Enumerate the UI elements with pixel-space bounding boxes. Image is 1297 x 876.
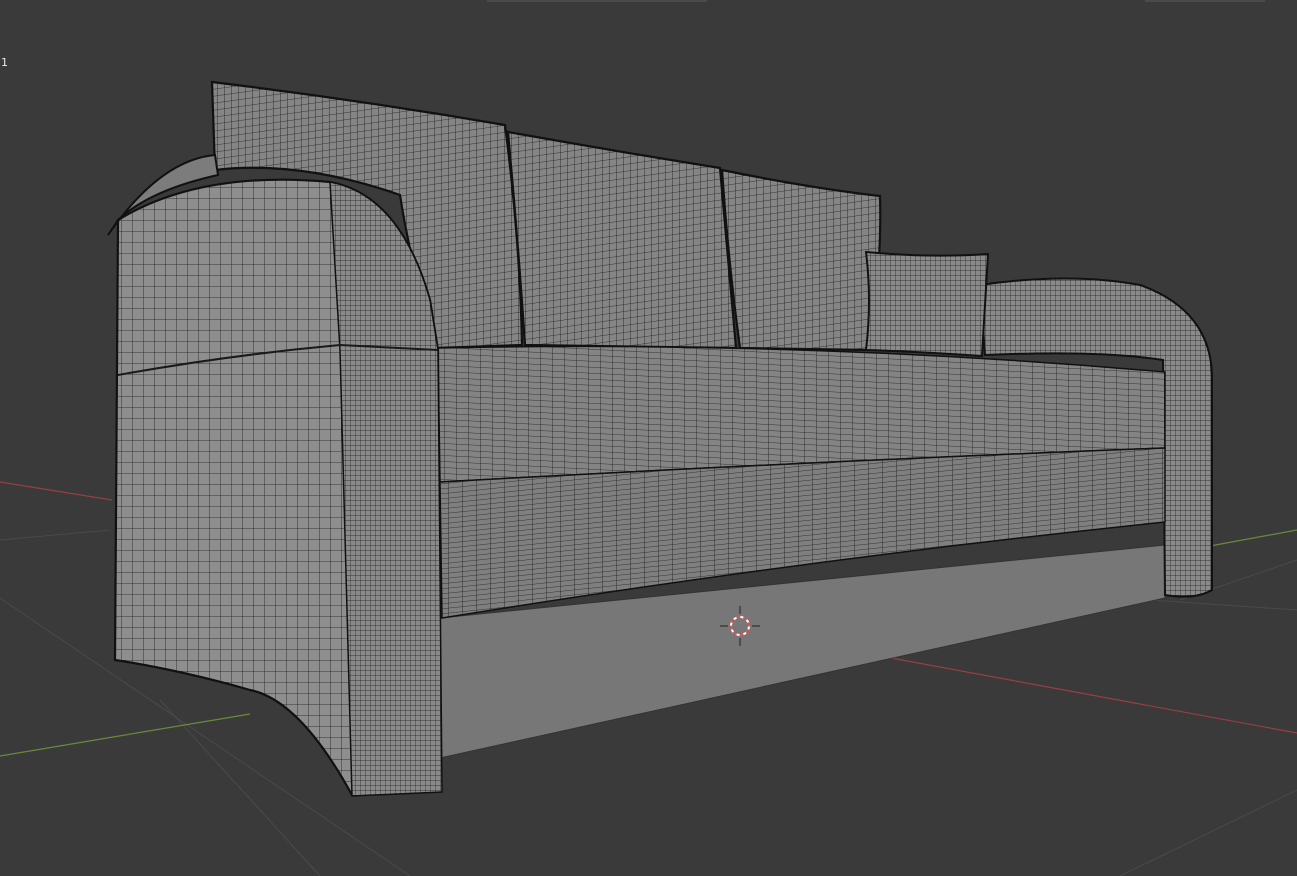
x-axis-line-right (879, 655, 1297, 734)
back-pillow-3 (720, 168, 882, 352)
back-pillow-2 (506, 130, 738, 350)
y-axis-line-right (1209, 529, 1297, 547)
throw-pillow (864, 250, 990, 358)
3d-viewport[interactable]: 1 (0, 0, 1297, 876)
y-axis-line (0, 713, 251, 757)
viewport-scene[interactable] (0, 0, 1297, 876)
viewport-overlay-label: 1 (1, 56, 8, 69)
x-axis-line (0, 481, 113, 501)
